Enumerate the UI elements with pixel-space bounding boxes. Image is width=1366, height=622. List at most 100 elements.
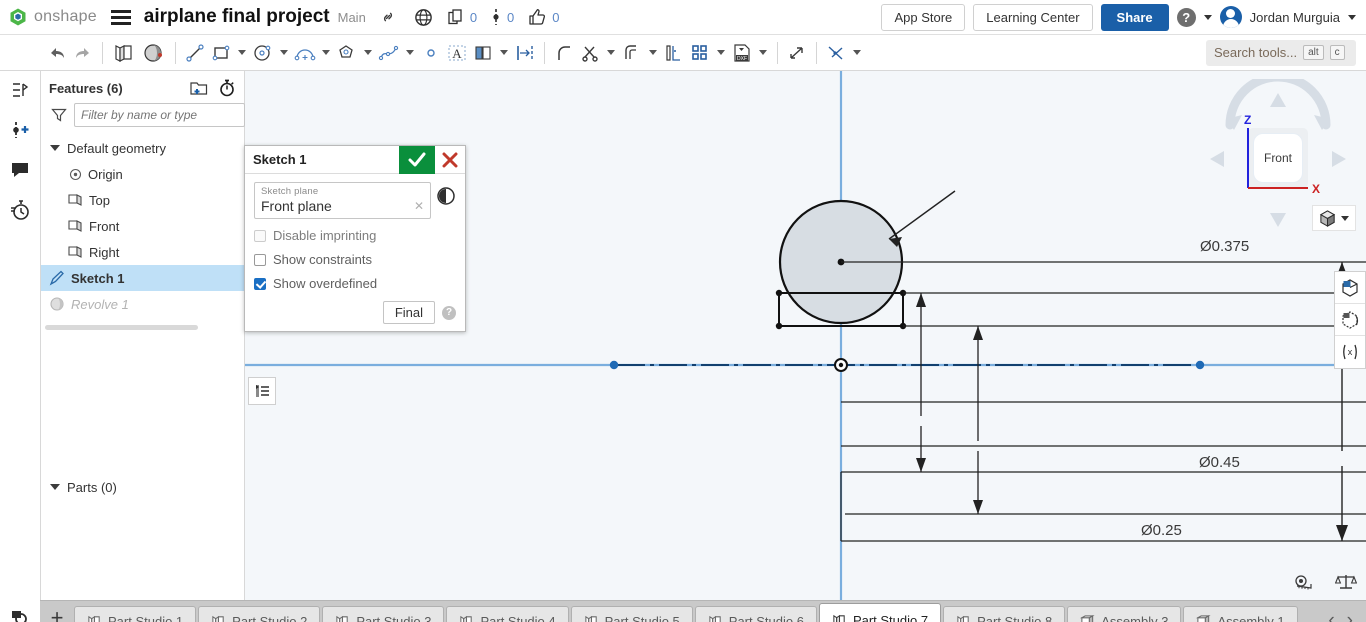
- final-button[interactable]: Final: [383, 301, 435, 324]
- revolve-button[interactable]: [139, 38, 169, 68]
- learning-center-button[interactable]: Learning Center: [973, 4, 1092, 31]
- sketch-plane-field[interactable]: Sketch plane Front plane ✕: [254, 182, 431, 219]
- offset-chevron-down-icon[interactable]: [645, 38, 661, 68]
- add-tab-button[interactable]: +: [40, 600, 74, 622]
- app-store-button[interactable]: App Store: [881, 4, 965, 31]
- scales-icon[interactable]: [1334, 572, 1358, 592]
- extend-tool[interactable]: [784, 38, 810, 68]
- checkbox-show-constraints[interactable]: Show constraints: [254, 252, 456, 267]
- filter-input[interactable]: [74, 103, 245, 127]
- tab-assembly-1[interactable]: Assembly 1: [1183, 606, 1297, 622]
- redo-button[interactable]: [70, 38, 96, 68]
- stopwatch-icon[interactable]: [218, 79, 236, 97]
- copies-count[interactable]: 0: [448, 9, 477, 26]
- checkmark-icon[interactable]: [399, 146, 435, 174]
- sidebar-item-sketch-1[interactable]: Sketch 1: [41, 265, 244, 291]
- chevron-down-icon[interactable]: [49, 142, 61, 154]
- arc-tool[interactable]: [292, 38, 318, 68]
- sidebar-item-right[interactable]: Right: [41, 239, 244, 265]
- show-overdefined-checkbox[interactable]: [254, 278, 266, 290]
- onshape-logo-icon[interactable]: [8, 7, 28, 27]
- sidebar-item-origin[interactable]: Origin: [41, 161, 244, 187]
- share-button[interactable]: Share: [1101, 4, 1169, 31]
- tape-measure-icon[interactable]: [1292, 572, 1316, 592]
- tab-prev-button[interactable]: ‹: [1323, 610, 1339, 622]
- help-chevron-down-icon[interactable]: [1204, 15, 1212, 20]
- polygon-tool[interactable]: [334, 38, 360, 68]
- document-title[interactable]: airplane final project: [144, 6, 330, 28]
- spline-chevron-down-icon[interactable]: [402, 38, 418, 68]
- sidebar-item-front[interactable]: Front: [41, 213, 244, 239]
- tab-part-studio-5[interactable]: Part Studio 5: [571, 606, 693, 622]
- dimension-tool[interactable]: [512, 38, 538, 68]
- offset-tool[interactable]: [619, 38, 645, 68]
- circle-tool[interactable]: [250, 38, 276, 68]
- view-cube[interactable]: Z X Front: [1198, 79, 1358, 239]
- parts-header[interactable]: Parts (0): [41, 474, 244, 500]
- tab-part-studio-8[interactable]: Part Studio 8: [943, 606, 1065, 622]
- undo-button[interactable]: [44, 38, 70, 68]
- line-tool[interactable]: [182, 38, 208, 68]
- avatar[interactable]: [1220, 6, 1242, 28]
- circle-chevron-down-icon[interactable]: [276, 38, 292, 68]
- rectangle-chevron-down-icon[interactable]: [234, 38, 250, 68]
- branches-count[interactable]: 0: [491, 8, 514, 26]
- dimension-label-045[interactable]: Ø0.45: [1196, 454, 1243, 471]
- sketch-list-toggle-icon[interactable]: [248, 377, 276, 405]
- tab-part-studio-2[interactable]: Part Studio 2: [198, 606, 320, 622]
- constraint-tool[interactable]: [823, 38, 849, 68]
- text-tool[interactable]: A: [444, 38, 470, 68]
- tab-part-studio-1[interactable]: Part Studio 1: [74, 606, 196, 622]
- clear-x-icon[interactable]: ✕: [414, 199, 424, 213]
- stopwatch-history-icon[interactable]: [7, 197, 33, 223]
- sidebar-item-revolve-1[interactable]: Revolve 1: [41, 291, 244, 317]
- point-tool[interactable]: [418, 38, 444, 68]
- add-version-icon[interactable]: [7, 117, 33, 143]
- section-view-icon[interactable]: [1335, 272, 1365, 304]
- onshape-wordmark[interactable]: onshape: [34, 8, 97, 26]
- show-constraints-checkbox[interactable]: [254, 254, 266, 266]
- variable-list-icon[interactable]: x: [1335, 336, 1365, 368]
- hamburger-menu-icon[interactable]: [111, 10, 131, 25]
- tab-part-studio-6[interactable]: Part Studio 6: [695, 606, 817, 622]
- tab-assembly-3[interactable]: Assembly 3: [1067, 606, 1181, 622]
- tab-part-studio-4[interactable]: Part Studio 4: [446, 606, 568, 622]
- tree-group-default-geometry[interactable]: Default geometry: [41, 135, 244, 161]
- view-cube-front-face[interactable]: Front: [1254, 134, 1302, 182]
- disable-imprinting-checkbox[interactable]: [254, 230, 266, 242]
- constraint-chevron-down-icon[interactable]: [849, 38, 865, 68]
- user-chevron-down-icon[interactable]: [1348, 15, 1356, 20]
- new-sketch-button[interactable]: [109, 38, 139, 68]
- feature-list-icon[interactable]: [7, 77, 33, 103]
- help-icon[interactable]: ?: [1177, 8, 1196, 27]
- clock-icon[interactable]: [436, 182, 456, 206]
- use-tool[interactable]: [661, 38, 687, 68]
- sketch-dialog[interactable]: Sketch 1 Sketch plane Front plane ✕: [244, 145, 466, 332]
- pattern-tool[interactable]: [687, 38, 713, 68]
- dxf-chevron-down-icon[interactable]: [755, 38, 771, 68]
- trim-tool[interactable]: [577, 38, 603, 68]
- arc-chevron-down-icon[interactable]: [318, 38, 334, 68]
- tab-next-button[interactable]: ›: [1342, 610, 1358, 622]
- comment-bubble-icon[interactable]: [7, 157, 33, 183]
- link-icon[interactable]: [378, 7, 398, 27]
- tree-scroll-indicator[interactable]: [45, 325, 198, 330]
- rectangle-tool[interactable]: [208, 38, 234, 68]
- pattern-chevron-down-icon[interactable]: [713, 38, 729, 68]
- filter-funnel-icon[interactable]: [51, 107, 67, 123]
- sidebar-item-top[interactable]: Top: [41, 187, 244, 213]
- checkbox-show-overdefined[interactable]: Show overdefined: [254, 276, 456, 291]
- likes-count[interactable]: 0: [528, 8, 559, 26]
- close-x-icon[interactable]: [435, 146, 465, 174]
- dimension-label-0375[interactable]: Ø0.375: [1197, 238, 1252, 255]
- search-tools-input[interactable]: Search tools... alt c: [1206, 40, 1356, 66]
- fillet-tool[interactable]: [551, 38, 577, 68]
- mirror-tool[interactable]: [470, 38, 496, 68]
- trim-chevron-down-icon[interactable]: [603, 38, 619, 68]
- chevron-down-icon[interactable]: [49, 481, 61, 493]
- new-folder-icon[interactable]: [190, 80, 208, 96]
- hidden-lines-icon[interactable]: [1335, 304, 1365, 336]
- globe-public-icon[interactable]: [414, 7, 434, 27]
- branch-label[interactable]: Main: [338, 10, 366, 25]
- polygon-chevron-down-icon[interactable]: [360, 38, 376, 68]
